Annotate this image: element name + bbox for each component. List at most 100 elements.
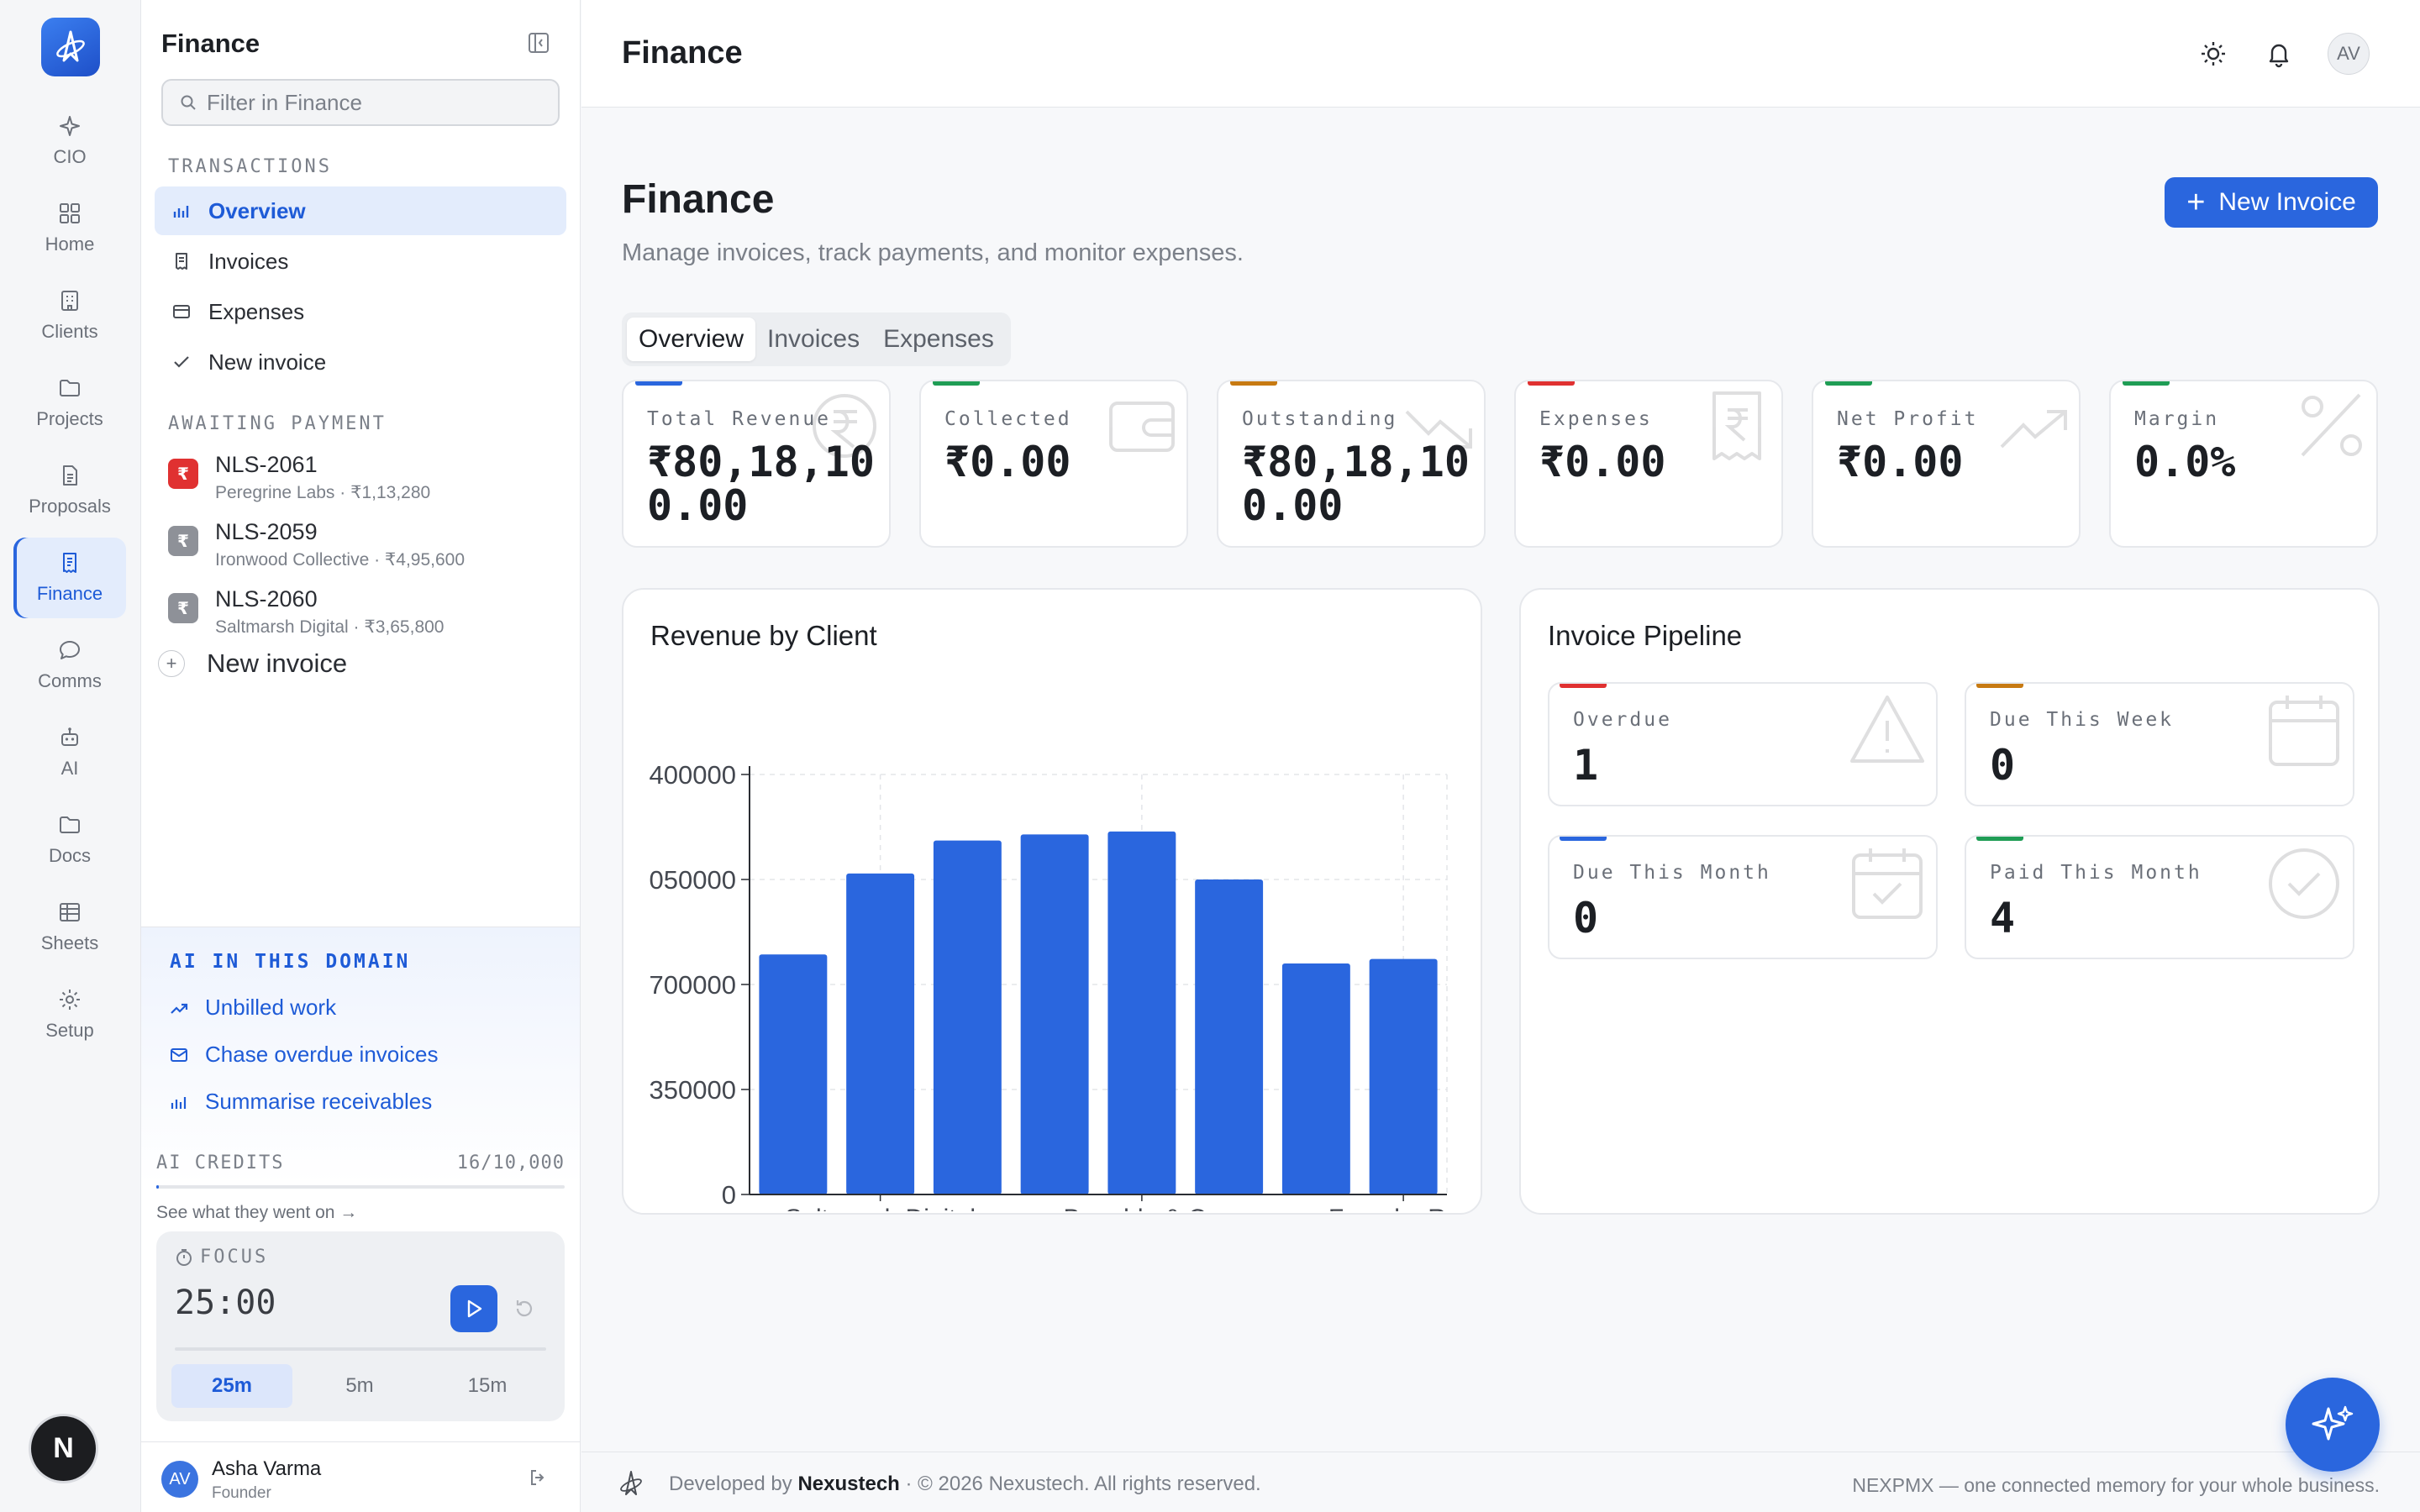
pipeline-card-due-this-week[interactable]: Due This Week 0: [1965, 682, 2354, 806]
footer-company[interactable]: Nexustech: [797, 1473, 899, 1495]
folder-icon: [60, 816, 80, 833]
nav-item-new-invoice[interactable]: New invoice: [155, 338, 566, 386]
ai-assistant-button[interactable]: [2286, 1378, 2380, 1472]
ai-link-chase-overdue[interactable]: Chase overdue invoices: [170, 1042, 439, 1068]
chart-bar: [1195, 879, 1264, 1194]
chart-xtick-label: Foundry Row: [1328, 1205, 1464, 1211]
kpi-value: ₹0.00: [1539, 438, 1666, 486]
rail-item-label: Setup: [45, 1020, 94, 1041]
sidebar-search[interactable]: [161, 79, 560, 126]
rail-item-label: Docs: [48, 845, 92, 866]
rail-item-sheets[interactable]: Sheets: [13, 887, 126, 968]
ai-link-unbilled-work[interactable]: Unbilled work: [170, 995, 336, 1021]
tab-invoices[interactable]: Invoices: [755, 318, 871, 361]
logout-button[interactable]: [528, 1467, 548, 1488]
nav-item-overview[interactable]: Overview: [155, 186, 566, 235]
pipeline-label: Paid This Month: [1990, 862, 2202, 884]
bar-chart-icon: [173, 206, 189, 218]
rail-item-cio[interactable]: CIO: [13, 101, 126, 181]
pipeline-label: Due This Month: [1573, 862, 1771, 884]
section-label-awaiting: AWAITING PAYMENT: [168, 413, 387, 434]
awaiting-item-sub: Peregrine Labs · ₹1,13,280: [215, 483, 431, 502]
avatar[interactable]: AV: [161, 1461, 198, 1498]
rail-item-proposals[interactable]: Proposals: [13, 450, 126, 531]
search-icon: [181, 95, 196, 110]
tab-expenses[interactable]: Expenses: [871, 318, 1006, 361]
sidebar-title: Finance: [161, 29, 260, 58]
rail-item-label: Sheets: [40, 932, 99, 953]
pipeline-value: 1: [1573, 741, 1599, 790]
rail-item-label: AI: [60, 758, 79, 779]
theme-toggle-button[interactable]: [2196, 37, 2230, 71]
workspace-badge[interactable]: N: [31, 1416, 96, 1481]
rupee-badge-icon: ₹: [168, 459, 198, 489]
avatar[interactable]: AV: [2328, 33, 2370, 75]
logo-icon: [620, 1471, 642, 1495]
nav-item-expenses[interactable]: Expenses: [155, 287, 566, 336]
ai-domain-title: AI IN THIS DOMAIN: [170, 951, 411, 973]
collapse-sidebar-button[interactable]: [528, 32, 550, 54]
ai-link-summarise-receivables[interactable]: Summarise receivables: [170, 1089, 432, 1115]
notifications-button[interactable]: [2262, 37, 2296, 71]
check-icon: [174, 356, 189, 368]
building-icon: [61, 291, 78, 311]
rail-item-comms[interactable]: Comms: [13, 625, 126, 706]
focus-reset-button[interactable]: [513, 1297, 536, 1320]
kpi-collected: Collected ₹0.00: [919, 380, 1188, 548]
kpi-margin: Margin 0.0%: [2109, 380, 2378, 548]
invoice-pipeline-panel: Invoice Pipeline Overdue 1 Due This Week…: [1519, 588, 2380, 1215]
nav-item-invoices[interactable]: Invoices: [155, 237, 566, 286]
awaiting-item-nls-2059[interactable]: ₹ NLS-2059 Ironwood Collective · ₹4,95,6…: [168, 519, 563, 576]
sidebar-new-invoice-button[interactable]: + New invoice: [158, 648, 347, 679]
rail-item-setup[interactable]: Setup: [13, 974, 126, 1055]
focus-preset-25m[interactable]: 25m: [171, 1364, 292, 1408]
chart-xtick-label: Bramble & Co: [1064, 1205, 1221, 1211]
chart-bar: [1281, 963, 1350, 1194]
awaiting-item-id: NLS-2059: [215, 519, 318, 544]
rail-item-ai[interactable]: AI: [13, 712, 126, 793]
rupee-badge-icon: ₹: [168, 593, 198, 623]
kpi-outstanding: Outstanding ₹80,18,100.00: [1217, 380, 1486, 548]
rail-item-clients[interactable]: Clients: [13, 276, 126, 356]
sparkles-icon: [2312, 1405, 2354, 1441]
chart-bar: [846, 873, 915, 1194]
rail-item-finance[interactable]: Finance: [13, 538, 126, 618]
app-logo[interactable]: [41, 18, 100, 76]
rail-item-docs[interactable]: Docs: [13, 800, 126, 880]
ai-credits-fill: [156, 1185, 159, 1189]
nav-item-label: Invoices: [208, 248, 289, 274]
ai-credits-label: AI CREDITS: [156, 1152, 285, 1173]
tab-overview[interactable]: Overview: [627, 318, 756, 361]
awaiting-item-id: NLS-2061: [215, 452, 318, 477]
kpi-value: ₹0.00: [944, 438, 1071, 486]
document-icon: [63, 465, 77, 486]
rail-item-home[interactable]: Home: [13, 188, 126, 269]
focus-play-button[interactable]: [450, 1285, 497, 1332]
pipeline-card-overdue[interactable]: Overdue 1: [1548, 682, 1938, 806]
ai-link-label: Chase overdue invoices: [205, 1042, 439, 1067]
pipeline-accent: [1976, 684, 2023, 688]
ai-credits-link[interactable]: See what they went on →: [156, 1203, 357, 1223]
rail-item-projects[interactable]: Projects: [13, 363, 126, 444]
grid-icon: [60, 203, 80, 223]
pipeline-label: Overdue: [1573, 709, 1672, 731]
sidebar-search-input[interactable]: [207, 89, 543, 116]
focus-time: 25:00: [175, 1284, 276, 1322]
robot-icon: [61, 727, 78, 746]
rail-item-label: CIO: [53, 146, 87, 167]
kpi-value: ₹80,18,100.00: [647, 438, 875, 530]
pipeline-card-paid-this-month[interactable]: Paid This Month 4: [1965, 835, 2354, 959]
page-footer: Developed by Nexustech · © 2026 Nexustec…: [581, 1452, 2420, 1512]
pipeline-card-due-this-month[interactable]: Due This Month 0: [1548, 835, 1938, 959]
new-invoice-button[interactable]: + New Invoice: [2165, 177, 2378, 228]
chart-bar: [1020, 834, 1089, 1194]
awaiting-item-nls-2060[interactable]: ₹ NLS-2060 Saltmarsh Digital · ₹3,65,800: [168, 586, 563, 643]
awaiting-item-nls-2061[interactable]: ₹ NLS-2061 Peregrine Labs · ₹1,13,280: [168, 452, 563, 509]
focus-preset-5m[interactable]: 5m: [299, 1364, 420, 1408]
receipt-icon: [63, 553, 76, 573]
chart-ytick-label: 050000: [650, 865, 736, 895]
focus-preset-15m[interactable]: 15m: [427, 1364, 548, 1408]
kpi-label: Outstanding: [1242, 408, 1398, 430]
kpi-total-revenue: Total Revenue ₹80,18,100.00: [622, 380, 891, 548]
footer-developed-by: Developed by: [669, 1473, 792, 1495]
